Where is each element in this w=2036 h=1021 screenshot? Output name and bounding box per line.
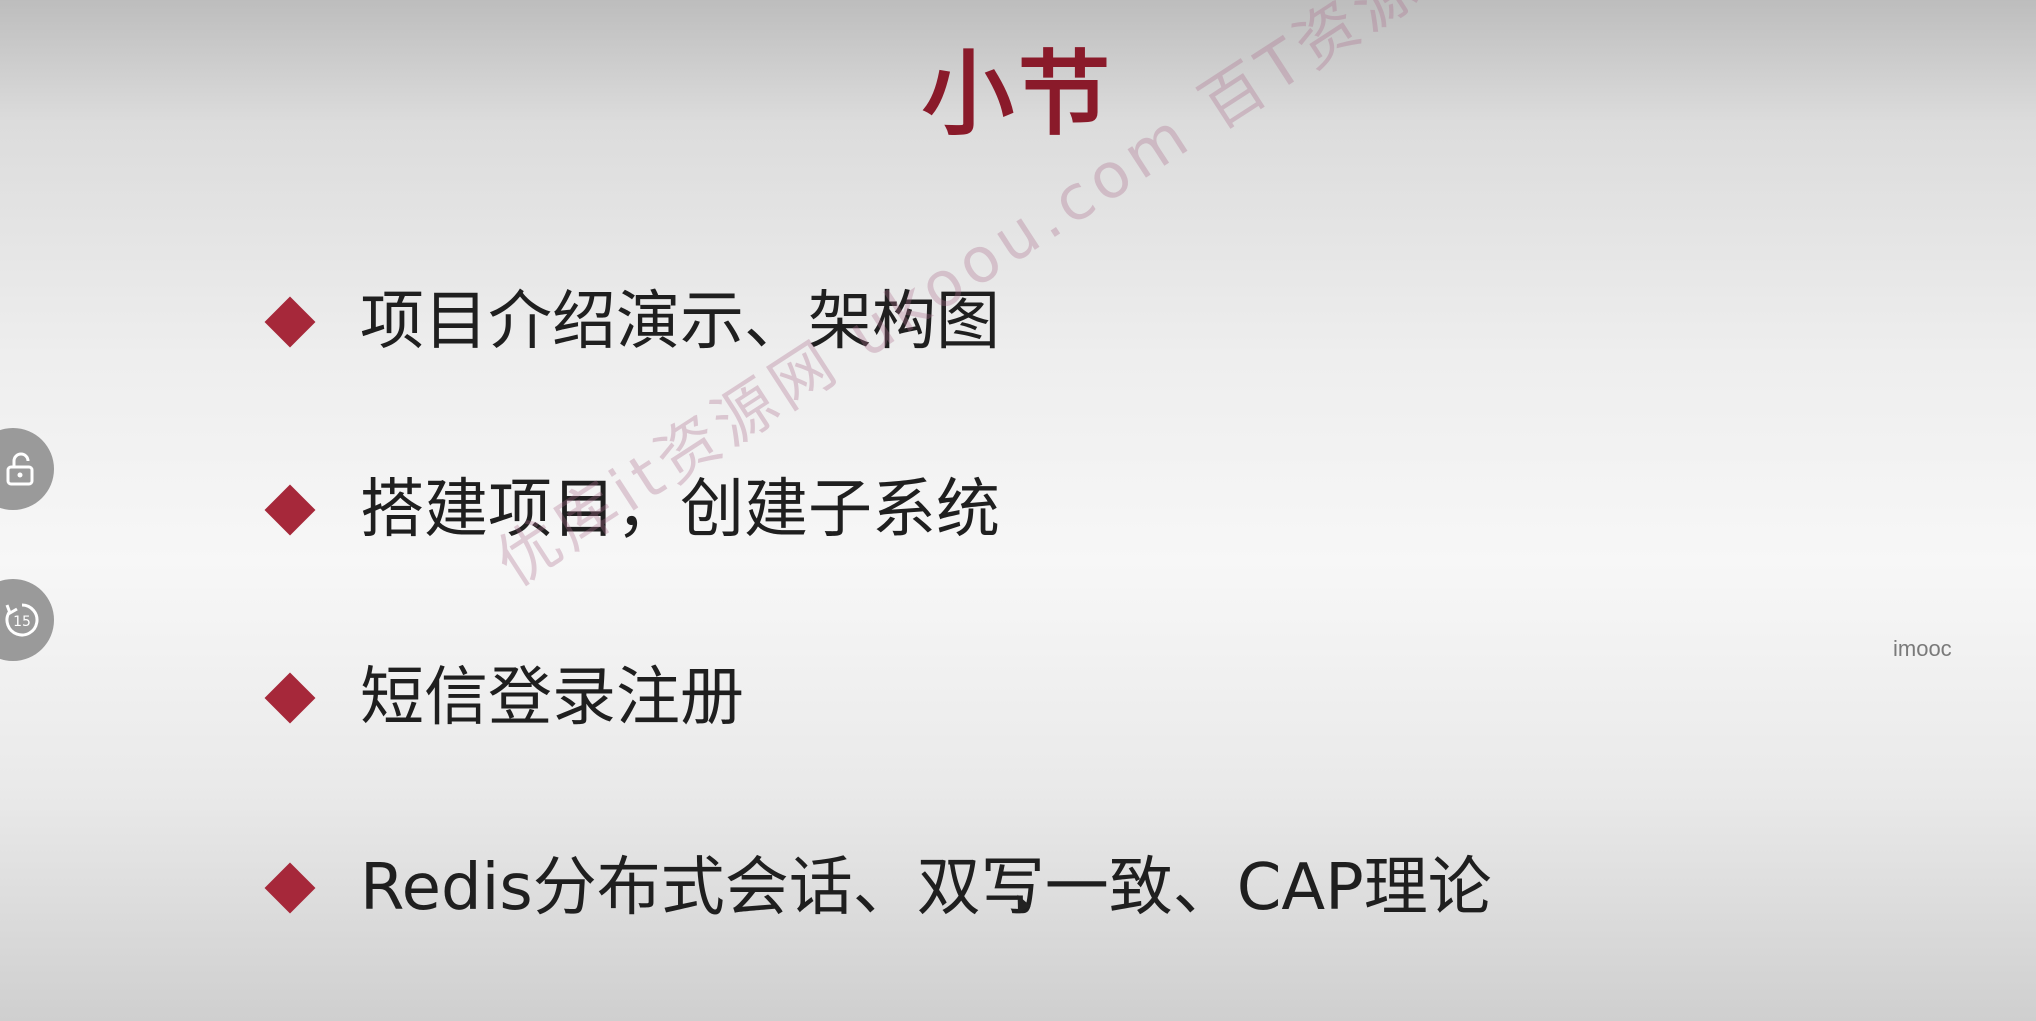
bullet-text: 搭建项目，创建子系统	[360, 473, 1000, 547]
slide-title: 小节	[921, 41, 1114, 148]
bullet-item: 短信登录注册	[264, 661, 744, 735]
bullet-item: Redis分布式会话、双写一致、CAP理论	[264, 851, 1492, 925]
replay-15-icon: 15	[5, 603, 39, 637]
diamond-bullet-icon	[264, 296, 316, 348]
brand-tag: imooc	[1893, 636, 1952, 661]
bullet-text: 短信登录注册	[360, 661, 744, 735]
unlock-icon	[6, 452, 34, 486]
bullet-item: 搭建项目，创建子系统	[264, 473, 1000, 547]
bullet-item: 项目介绍演示、架构图	[264, 285, 1000, 359]
bullet-text: Redis分布式会话、双写一致、CAP理论	[360, 851, 1492, 925]
diamond-bullet-icon	[264, 484, 316, 536]
diamond-bullet-icon	[264, 862, 316, 914]
bullet-text: 项目介绍演示、架构图	[360, 285, 1000, 359]
replay-15-label: 15	[13, 614, 31, 630]
diamond-bullet-icon	[264, 672, 316, 724]
slide: 小节 项目介绍演示、架构图 搭建项目，创建子系统 短信登录注册 Redis分布式…	[0, 0, 2036, 1021]
